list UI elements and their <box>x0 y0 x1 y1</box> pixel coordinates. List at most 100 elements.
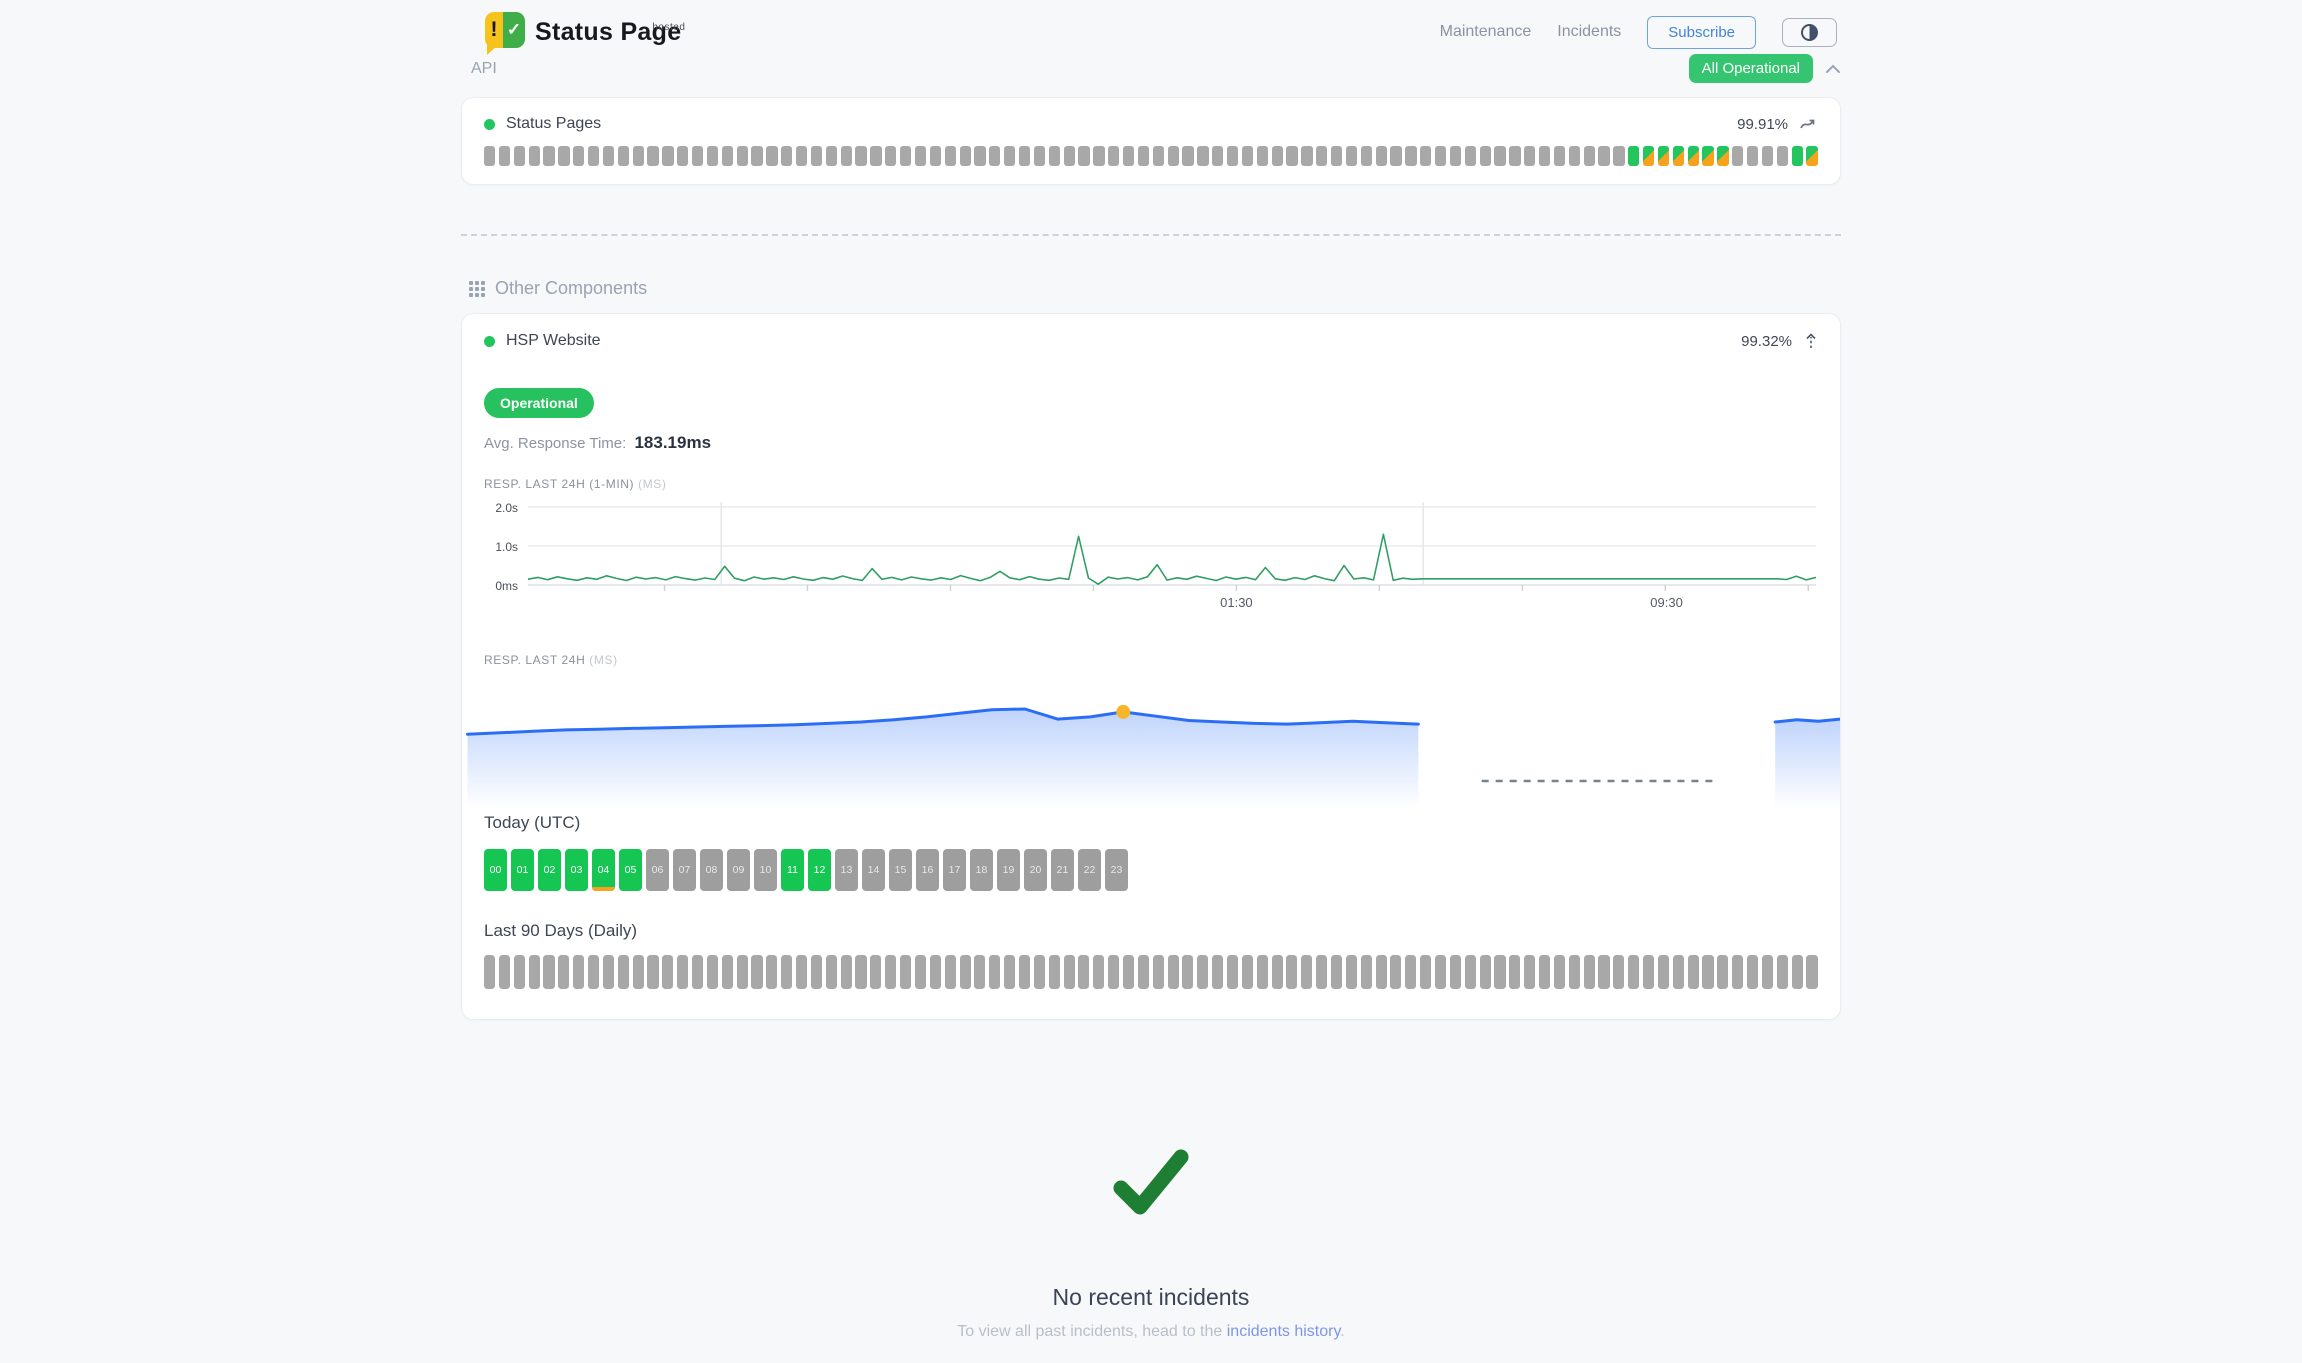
hour-block[interactable]: 07 <box>673 849 696 891</box>
daily-uptime-bar[interactable] <box>1509 955 1520 989</box>
uptime-bar[interactable] <box>1643 146 1654 166</box>
uptime-bar[interactable] <box>1108 146 1119 166</box>
uptime-bar[interactable] <box>1272 146 1283 166</box>
uptime-bar[interactable] <box>945 146 956 166</box>
daily-uptime-bar[interactable] <box>1524 955 1535 989</box>
uptime-bar[interactable] <box>855 146 866 166</box>
incidents-history-link[interactable]: incidents history <box>1227 1323 1341 1340</box>
nav-incidents[interactable]: Incidents <box>1557 23 1621 41</box>
daily-uptime-bar[interactable] <box>900 955 911 989</box>
uptime-bar[interactable] <box>1509 146 1520 166</box>
uptime-bar[interactable] <box>1732 146 1743 166</box>
uptime-bar[interactable] <box>707 146 718 166</box>
uptime-bar[interactable] <box>1093 146 1104 166</box>
daily-uptime-bar[interactable] <box>1554 955 1565 989</box>
daily-uptime-bar[interactable] <box>974 955 985 989</box>
hour-block[interactable]: 11 <box>781 849 804 891</box>
daily-uptime-bar[interactable] <box>618 955 629 989</box>
daily-uptime-bar[interactable] <box>1272 955 1283 989</box>
daily-uptime-bar[interactable] <box>1286 955 1297 989</box>
uptime-bar[interactable] <box>781 146 792 166</box>
hour-block[interactable]: 03 <box>565 849 588 891</box>
daily-uptime-bar[interactable] <box>558 955 569 989</box>
uptime-bar[interactable] <box>1182 146 1193 166</box>
uptime-bar[interactable] <box>633 146 644 166</box>
daily-uptime-bar[interactable] <box>870 955 881 989</box>
daily-uptime-bar[interactable] <box>662 955 673 989</box>
uptime-bar[interactable] <box>1301 146 1312 166</box>
hour-block[interactable]: 23 <box>1105 849 1128 891</box>
daily-uptime-bar[interactable] <box>1108 955 1119 989</box>
uptime-bar[interactable] <box>885 146 896 166</box>
daily-uptime-bar[interactable] <box>1598 955 1609 989</box>
daily-uptime-bar[interactable] <box>1405 955 1416 989</box>
hour-block[interactable]: 02 <box>538 849 561 891</box>
daily-uptime-bar[interactable] <box>1702 955 1713 989</box>
daily-uptime-bar[interactable] <box>529 955 540 989</box>
daily-uptime-bar[interactable] <box>1004 955 1015 989</box>
uptime-bar[interactable] <box>1049 146 1060 166</box>
theme-toggle-button[interactable] <box>1782 18 1837 47</box>
daily-uptime-bar[interactable] <box>826 955 837 989</box>
uptime-bar[interactable] <box>1376 146 1387 166</box>
daily-uptime-bar[interactable] <box>1688 955 1699 989</box>
response-time-line-chart[interactable]: 2.0s 1.0s 0ms 01:30 09:30 <box>484 499 1818 623</box>
nav-maintenance[interactable]: Maintenance <box>1440 23 1532 41</box>
daily-uptime-bar[interactable] <box>1717 955 1728 989</box>
uptime-bar[interactable] <box>484 146 495 166</box>
uptime-bar[interactable] <box>1004 146 1015 166</box>
daily-uptime-bar[interactable] <box>1494 955 1505 989</box>
uptime-bar[interactable] <box>1138 146 1149 166</box>
uptime-bar[interactable] <box>1331 146 1342 166</box>
daily-uptime-bar[interactable] <box>543 955 554 989</box>
uptime-bar[interactable] <box>1569 146 1580 166</box>
uptime-bar[interactable] <box>1806 146 1817 166</box>
hour-block[interactable]: 10 <box>754 849 777 891</box>
uptime-bar[interactable] <box>1420 146 1431 166</box>
uptime-bar[interactable] <box>1539 146 1550 166</box>
daily-uptime-bar[interactable] <box>1806 955 1817 989</box>
daily-uptime-bar[interactable] <box>514 955 525 989</box>
uptime-bar[interactable] <box>989 146 1000 166</box>
uptime-bar[interactable] <box>766 146 777 166</box>
daily-uptime-bar[interactable] <box>1361 955 1372 989</box>
daily-uptime-bar[interactable] <box>737 955 748 989</box>
daily-uptime-bar[interactable] <box>1465 955 1476 989</box>
daily-uptime-bar[interactable] <box>1480 955 1491 989</box>
uptime-bar[interactable] <box>811 146 822 166</box>
hour-block[interactable]: 20 <box>1024 849 1047 891</box>
daily-uptime-bar[interactable] <box>573 955 584 989</box>
daily-uptime-bar[interactable] <box>1301 955 1312 989</box>
hour-block[interactable]: 14 <box>862 849 885 891</box>
daily-uptime-bar[interactable] <box>1212 955 1223 989</box>
daily-uptime-bar[interactable] <box>1747 955 1758 989</box>
uptime-bar[interactable] <box>1034 146 1045 166</box>
daily-uptime-bar[interactable] <box>1420 955 1431 989</box>
daily-uptime-bar[interactable] <box>1182 955 1193 989</box>
daily-uptime-bar[interactable] <box>751 955 762 989</box>
uptime-bar[interactable] <box>1658 146 1669 166</box>
daily-uptime-bar[interactable] <box>1732 955 1743 989</box>
uptime-bar[interactable] <box>1554 146 1565 166</box>
uptime-bar[interactable] <box>722 146 733 166</box>
chevron-up-icon[interactable] <box>1825 64 1841 74</box>
daily-uptime-bar[interactable] <box>1257 955 1268 989</box>
daily-uptime-bar[interactable] <box>1078 955 1089 989</box>
uptime-bar[interactable] <box>692 146 703 166</box>
uptime-bar[interactable] <box>543 146 554 166</box>
uptime-bar[interactable] <box>1405 146 1416 166</box>
daily-uptime-bar[interactable] <box>796 955 807 989</box>
up-arrow-dashed-icon[interactable] <box>1804 332 1818 350</box>
uptime-bar[interactable] <box>1123 146 1134 166</box>
uptime-bar[interactable] <box>1688 146 1699 166</box>
hour-block[interactable]: 17 <box>943 849 966 891</box>
uptime-bar[interactable] <box>737 146 748 166</box>
daily-uptime-bar[interactable] <box>677 955 688 989</box>
uptime-bar[interactable] <box>1628 146 1639 166</box>
daily-uptime-bar[interactable] <box>1034 955 1045 989</box>
uptime-bar[interactable] <box>751 146 762 166</box>
daily-uptime-bar[interactable] <box>1227 955 1238 989</box>
trend-curve-icon[interactable] <box>1800 117 1818 131</box>
hour-block[interactable]: 21 <box>1051 849 1074 891</box>
daily-uptime-bar[interactable] <box>1168 955 1179 989</box>
